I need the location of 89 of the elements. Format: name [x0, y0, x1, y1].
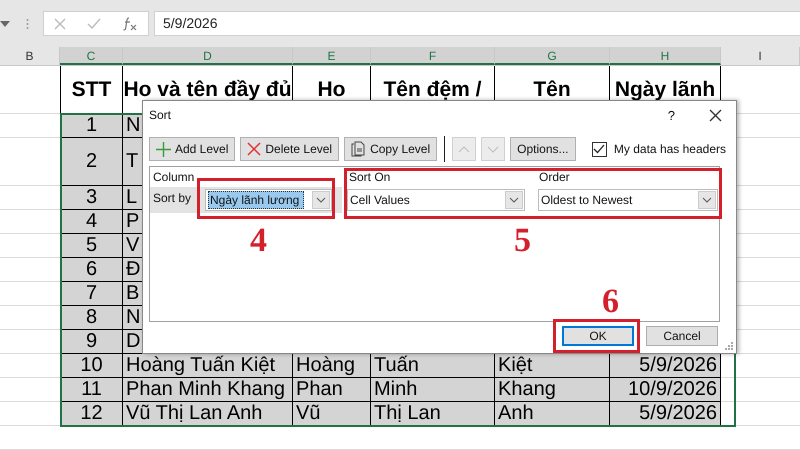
column-header[interactable]: H	[610, 47, 721, 65]
dropdown-value: Cell Values	[349, 193, 411, 207]
table-cell: Thị Lan	[374, 402, 441, 425]
table-cell: Hoàng Tuấn Kiệt	[126, 354, 275, 377]
table-cell: Hoàng	[296, 354, 355, 377]
sort-on-dropdown[interactable]: Cell Values	[347, 189, 525, 211]
close-icon[interactable]	[709, 108, 722, 122]
dropdown-value: Ngày lãnh lương	[208, 191, 304, 209]
column-title: Ho	[318, 78, 346, 102]
table-cell: P	[126, 210, 140, 233]
table-cell: D	[126, 330, 140, 353]
table-cell: N	[126, 114, 140, 137]
checkbox[interactable]	[592, 142, 607, 156]
step-number: 5	[514, 224, 531, 258]
table-cell: Minh	[374, 378, 418, 401]
table-cell: 8	[86, 306, 98, 329]
table-cell: 7	[86, 282, 98, 305]
column-title: Ho và tên đầy đủ	[123, 78, 292, 102]
column-header[interactable]: E	[293, 47, 371, 65]
table-cell: Phan Minh Khang	[126, 378, 286, 401]
options-button[interactable]: Options...	[510, 137, 576, 161]
column-header[interactable]: I	[721, 47, 800, 65]
table-cell: 11	[81, 378, 102, 401]
copy-icon	[351, 141, 366, 157]
column-title: STT	[72, 78, 112, 102]
add-button[interactable]: Add Level	[149, 137, 236, 161]
column-title: Tên đệm /	[383, 78, 482, 102]
table-cell: Tuấn	[374, 354, 419, 377]
table-cell: 2	[86, 150, 98, 173]
column-header[interactable]: F	[371, 47, 495, 65]
grid-header: Order	[538, 170, 570, 184]
column-dropdown[interactable]: Ngày lãnh lương	[205, 189, 332, 211]
table-cell: 10/9/2026	[628, 378, 717, 401]
table-cell: 3	[86, 186, 98, 209]
dropdown-value: Oldest to Newest	[540, 193, 634, 207]
column-title: Ngày lãnh	[614, 78, 716, 102]
table-cell: Vũ Thị Lan Anh	[126, 402, 262, 425]
table-cell: 10	[80, 354, 103, 377]
formula-field[interactable]: 5/9/2026	[154, 11, 800, 36]
table-cell: B	[126, 282, 140, 305]
table-cell: Anh	[498, 402, 534, 425]
table-cell: 4	[86, 210, 98, 233]
grid-header: Sort On	[348, 170, 392, 184]
column-header[interactable]: G	[495, 47, 610, 65]
grip-icon	[26, 18, 29, 30]
delete-button[interactable]: Delete Level	[240, 137, 340, 161]
table-cell: L	[126, 186, 138, 209]
chevron-up-icon	[458, 146, 470, 152]
cancel-icon[interactable]	[54, 18, 66, 30]
resize-grip-icon[interactable]	[725, 342, 733, 350]
copy-button[interactable]: Copy Level	[344, 137, 438, 161]
sort-by-label: Sort by	[153, 190, 192, 205]
chevron-down-icon	[509, 197, 519, 203]
cancel-button[interactable]: Cancel	[646, 326, 718, 346]
step-number: 4	[250, 224, 267, 258]
dropdown-caret-icon[interactable]	[0, 20, 10, 26]
table-cell: T	[126, 150, 138, 173]
table-cell: Kiệt	[498, 354, 532, 377]
table-cell: 12	[80, 402, 103, 425]
function-icon[interactable]	[122, 16, 138, 30]
ok-button[interactable]: OK	[562, 326, 634, 346]
chevron-down-icon	[316, 197, 326, 203]
check-icon[interactable]	[86, 18, 101, 30]
table-cell: N	[126, 306, 140, 329]
column-header[interactable]: D	[123, 47, 293, 65]
sort-level-row[interactable]: Sort by Ngày lãnh lương	[150, 187, 342, 213]
help-button[interactable]: ?	[668, 108, 675, 122]
dialog-title: Sort	[149, 108, 172, 122]
table-cell: Phan	[296, 378, 343, 401]
plus-icon	[156, 142, 171, 156]
table-cell: Khang	[498, 378, 556, 401]
checkbox-label[interactable]: My data has headers	[614, 142, 726, 156]
x-icon	[247, 142, 262, 156]
order-dropdown[interactable]: Oldest to Newest	[538, 189, 718, 211]
table-cell: 5/9/2026	[639, 402, 717, 425]
step-number: 6	[602, 285, 619, 319]
table-cell: 6	[86, 258, 98, 281]
grid-header: Column	[152, 170, 196, 184]
table-cell: 9	[86, 330, 98, 353]
column-header[interactable]: C	[60, 47, 123, 65]
table-cell: 5	[86, 234, 98, 257]
column-title: Tên	[533, 78, 571, 102]
table-cell: V	[126, 234, 140, 257]
table-cell: 5/9/2026	[639, 354, 717, 377]
table-cell: Đ	[126, 258, 140, 281]
chevron-down-icon	[702, 197, 712, 203]
chevron-down-icon	[487, 146, 500, 152]
table-cell: Vũ	[296, 402, 320, 425]
table-cell: 1	[86, 114, 98, 137]
